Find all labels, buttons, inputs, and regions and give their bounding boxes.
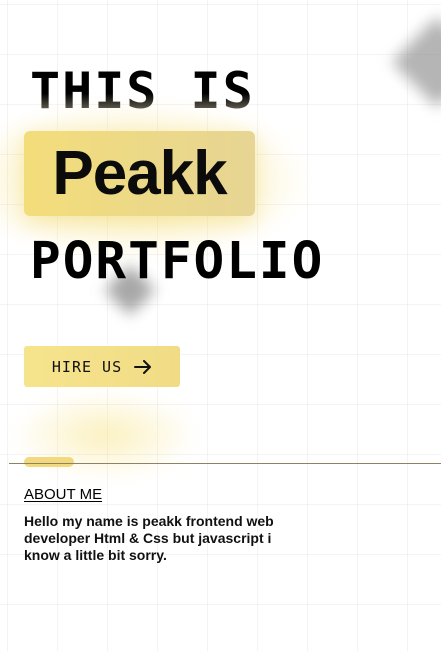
hero-title-line-1: THIS IS [30,62,255,120]
hero-title-line-3: PORTFOLIO [30,232,325,291]
hero-name: Peakk [52,139,227,208]
about-heading: ABOUT ME [24,486,103,503]
hero-name-highlight: Peakk [24,131,255,216]
about-description: Hello my name is peakk frontend web deve… [24,513,274,563]
hire-us-label: HIRE US [51,357,123,376]
section-divider [9,463,441,464]
section-indicator [24,457,74,467]
hire-us-button[interactable]: HIRE US [24,346,180,387]
arrow-right-icon [134,359,152,374]
